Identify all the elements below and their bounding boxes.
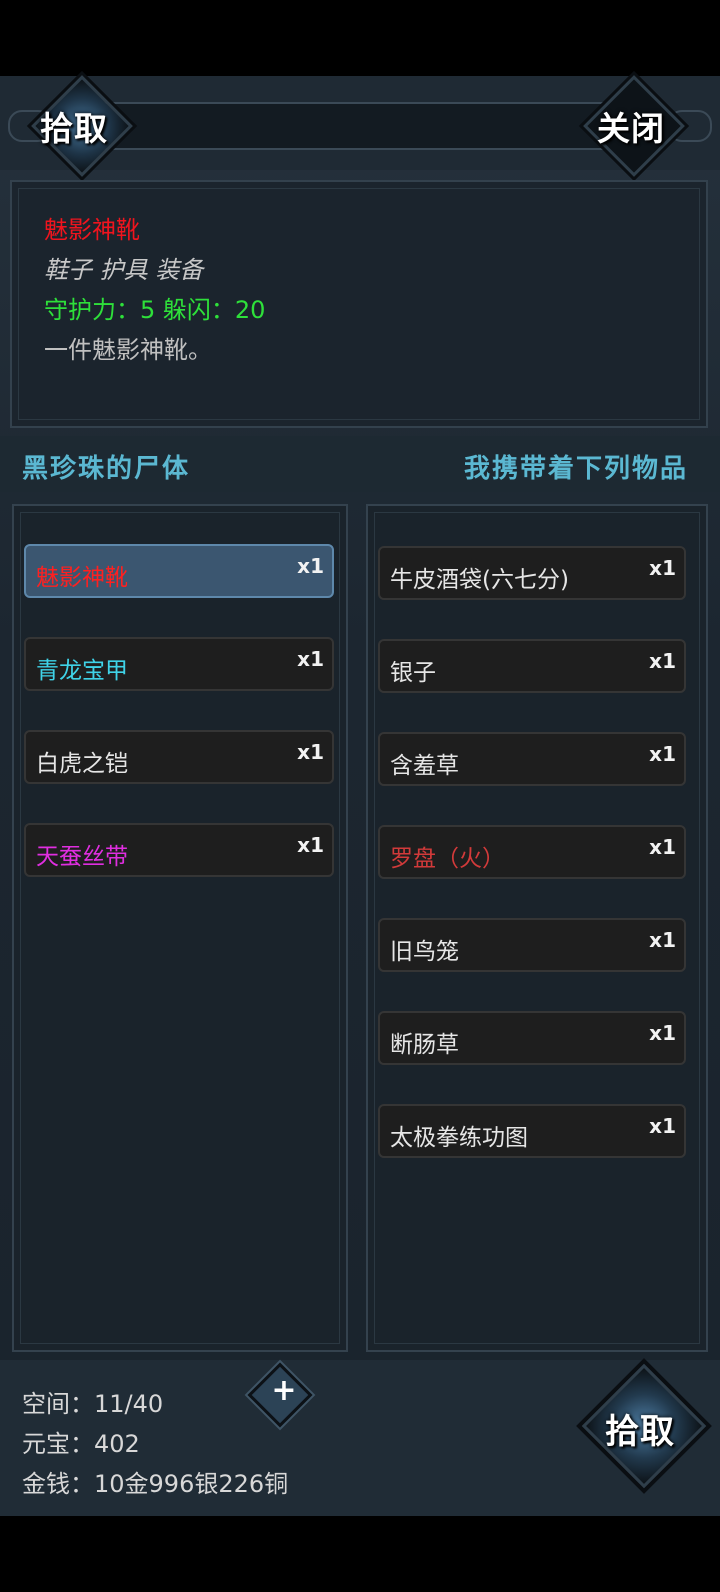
inventory-item-qty: x1 [649,649,676,673]
money-count: 金钱：10金996银226铜 [22,1470,289,1498]
corpse-item-name: 青龙宝甲 [36,658,128,684]
corpse-item[interactable]: 白虎之铠 x1 [24,730,334,784]
corpse-list[interactable]: 魅影神靴 x1 青龙宝甲 x1 白虎之铠 x1 天蚕丝带 x1 [12,504,348,1352]
corpse-item-name: 魅影神靴 [36,565,128,591]
inventory-item-qty: x1 [649,835,676,859]
inventory-item-name: 牛皮酒袋(六七分) [390,567,569,593]
pick-top-label: 拾取 [40,109,108,148]
inventory-item-name: 太极拳练功图 [390,1125,528,1151]
inventory-item-qty: x1 [649,928,676,952]
item-stats: 守护力：5 躲闪：20 [44,296,266,324]
inventory-item-name: 断肠草 [390,1032,459,1058]
inventory-item-name: 银子 [390,660,436,686]
inventory-item-qty: x1 [649,1114,676,1138]
inventory-item[interactable]: 旧鸟笼 x1 [378,918,686,972]
close-label: 关闭 [597,109,665,148]
corpse-item-qty: x1 [297,647,324,671]
inventory-item[interactable]: 太极拳练功图 x1 [378,1104,686,1158]
pick-bottom-label: 拾取 [605,1412,675,1452]
inventory-item-qty: x1 [649,1021,676,1045]
corpse-title: 黑珍珠的尸体 [22,454,191,484]
inventory-item-name: 含羞草 [390,753,459,779]
inventory-item[interactable]: 银子 x1 [378,639,686,693]
section-header: 黑珍珠的尸体 我携带着下列物品 [0,436,720,492]
corpse-item-qty: x1 [297,833,324,857]
title-rail [60,102,660,150]
inventory-item[interactable]: 断肠草 x1 [378,1011,686,1065]
inventory-item-name: 罗盘（火） [390,846,505,872]
inventory-item[interactable]: 罗盘（火） x1 [378,825,686,879]
loot-screen: 拾取 关闭 魅影神靴 鞋子 护具 装备 守护力：5 躲闪：20 一件魅影神靴。 … [0,75,720,1516]
item-description: 一件魅影神靴。 [44,336,212,364]
plus-icon: + [271,1373,297,1408]
corpse-item[interactable]: 天蚕丝带 x1 [24,823,334,877]
inventory-item-qty: x1 [649,556,676,580]
corpse-item[interactable]: 青龙宝甲 x1 [24,637,334,691]
inventory-item-qty: x1 [649,742,676,766]
corpse-item[interactable]: 魅影神靴 x1 [24,544,334,598]
inventory-item-name: 旧鸟笼 [390,939,459,965]
item-detail-panel: 魅影神靴 鞋子 护具 装备 守护力：5 躲闪：20 一件魅影神靴。 [10,180,708,428]
yuanbao-count: 元宝：402 [22,1430,140,1458]
inventory-item[interactable]: 牛皮酒袋(六七分) x1 [378,546,686,600]
corpse-item-name: 天蚕丝带 [36,844,128,870]
corpse-item-name: 白虎之铠 [36,751,128,777]
item-type: 鞋子 护具 装备 [44,256,204,284]
corpse-item-qty: x1 [297,740,324,764]
item-name: 魅影神靴 [44,216,140,244]
inventory-title: 我携带着下列物品 [463,454,688,484]
inventory-list[interactable]: 牛皮酒袋(六七分) x1 银子 x1 含羞草 x1 罗盘（火） x1 旧鸟笼 x… [366,504,708,1352]
bottom-bar: 空间：11/40 元宝：402 金钱：10金996银226铜 + 拾取 [0,1360,720,1516]
top-bar: 拾取 关闭 [0,75,720,177]
inventory-item[interactable]: 含羞草 x1 [378,732,686,786]
corpse-item-qty: x1 [297,554,324,578]
space-count: 空间：11/40 [22,1390,164,1418]
